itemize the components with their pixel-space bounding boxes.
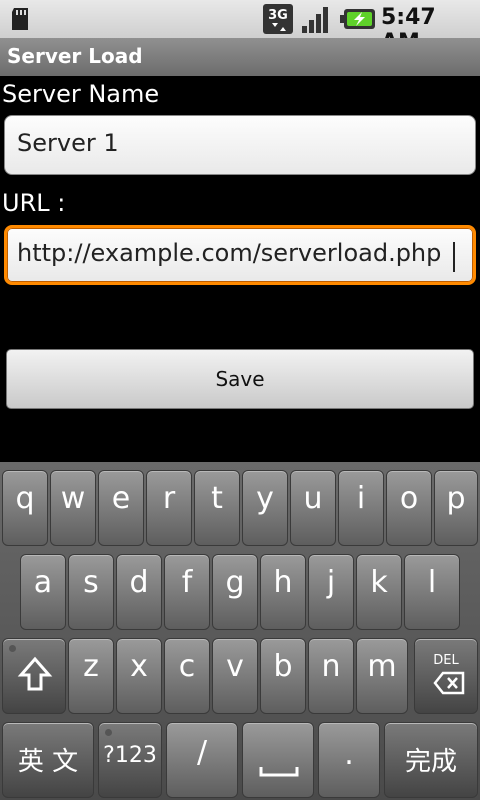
delete-key[interactable]: DEL <box>414 638 478 714</box>
key-label: i <box>356 481 366 516</box>
key-u[interactable]: u <box>290 470 336 546</box>
key-r[interactable]: r <box>146 470 192 546</box>
key-label: p <box>446 481 466 516</box>
key-d[interactable]: d <box>116 554 162 630</box>
soft-keyboard: q w e r t y u i o p a s d f g h j k l z … <box>0 462 480 800</box>
key-i[interactable]: i <box>338 470 384 546</box>
key-label: f <box>181 565 193 600</box>
key-label: / <box>196 735 208 770</box>
key-label: h <box>273 565 293 600</box>
key-z[interactable]: z <box>68 638 114 714</box>
network-type-label: 3G <box>268 8 288 23</box>
key-b[interactable]: b <box>260 638 306 714</box>
key-p[interactable]: p <box>434 470 478 546</box>
key-label: y <box>256 481 274 516</box>
shift-icon <box>17 656 53 691</box>
key-label: o <box>399 481 419 516</box>
key-t[interactable]: t <box>194 470 240 546</box>
key-o[interactable]: o <box>386 470 432 546</box>
key-label: x <box>130 649 148 684</box>
key-label: t <box>211 481 223 516</box>
key-j[interactable]: j <box>308 554 354 630</box>
key-label: v <box>226 649 244 684</box>
key-q[interactable]: q <box>2 470 48 546</box>
key-slash[interactable]: / <box>166 722 238 798</box>
key-c[interactable]: c <box>164 638 210 714</box>
key-label: r <box>162 481 176 516</box>
key-label: 英 文 <box>17 747 79 777</box>
title-bar: Server Load <box>0 38 480 76</box>
key-label: e <box>111 481 131 516</box>
key-y[interactable]: y <box>242 470 288 546</box>
key-a[interactable]: a <box>20 554 66 630</box>
key-h[interactable]: h <box>260 554 306 630</box>
key-label: j <box>326 565 336 600</box>
key-label: b <box>273 649 293 684</box>
key-g[interactable]: g <box>212 554 258 630</box>
key-w[interactable]: w <box>50 470 96 546</box>
key-label: w <box>60 481 86 516</box>
symbols-key[interactable]: ?123 <box>98 722 162 798</box>
key-label: 完成 <box>404 747 457 777</box>
key-label: a <box>33 565 53 600</box>
key-x[interactable]: x <box>116 638 162 714</box>
key-k[interactable]: k <box>356 554 402 630</box>
key-label: k <box>370 565 388 600</box>
key-label: u <box>303 481 323 516</box>
server-name-input[interactable]: Server 1 <box>4 115 476 175</box>
key-l[interactable]: l <box>404 554 460 630</box>
key-period[interactable]: . <box>318 722 380 798</box>
status-bar: 3G 5:47 AM <box>0 0 480 55</box>
sd-card-icon <box>12 8 28 30</box>
url-value: http://example.com/serverload.php <box>17 239 442 267</box>
key-e[interactable]: e <box>98 470 144 546</box>
key-label: s <box>83 565 99 600</box>
space-icon <box>259 767 299 777</box>
url-label: URL : <box>2 189 66 217</box>
key-label: m <box>367 649 397 684</box>
key-f[interactable]: f <box>164 554 210 630</box>
key-label: q <box>15 481 35 516</box>
key-v[interactable]: v <box>212 638 258 714</box>
key-label: d <box>129 565 149 600</box>
server-name-value: Server 1 <box>17 129 119 157</box>
key-m[interactable]: m <box>356 638 408 714</box>
key-label: l <box>427 565 437 600</box>
url-input[interactable]: http://example.com/serverload.php <box>4 225 476 285</box>
key-label: n <box>321 649 341 684</box>
key-label: c <box>178 649 196 684</box>
key-s[interactable]: s <box>68 554 114 630</box>
done-key[interactable]: 完成 <box>384 722 478 798</box>
key-label: . <box>344 737 354 772</box>
battery-charging-icon <box>340 9 375 29</box>
key-label: g <box>225 565 245 600</box>
server-name-label: Server Name <box>2 80 160 108</box>
space-key[interactable] <box>242 722 314 798</box>
save-button[interactable]: Save <box>6 349 474 409</box>
app-title: Server Load <box>7 44 143 68</box>
text-cursor <box>453 242 455 272</box>
signal-icon <box>302 7 328 33</box>
key-label: z <box>83 649 99 684</box>
3g-icon: 3G <box>263 4 293 34</box>
language-key[interactable]: 英 文 <box>2 722 94 798</box>
shift-key[interactable] <box>2 638 66 714</box>
key-label: ?123 <box>103 743 157 768</box>
indicator-dot <box>105 729 112 736</box>
backspace-icon <box>433 671 465 695</box>
key-n[interactable]: n <box>308 638 354 714</box>
